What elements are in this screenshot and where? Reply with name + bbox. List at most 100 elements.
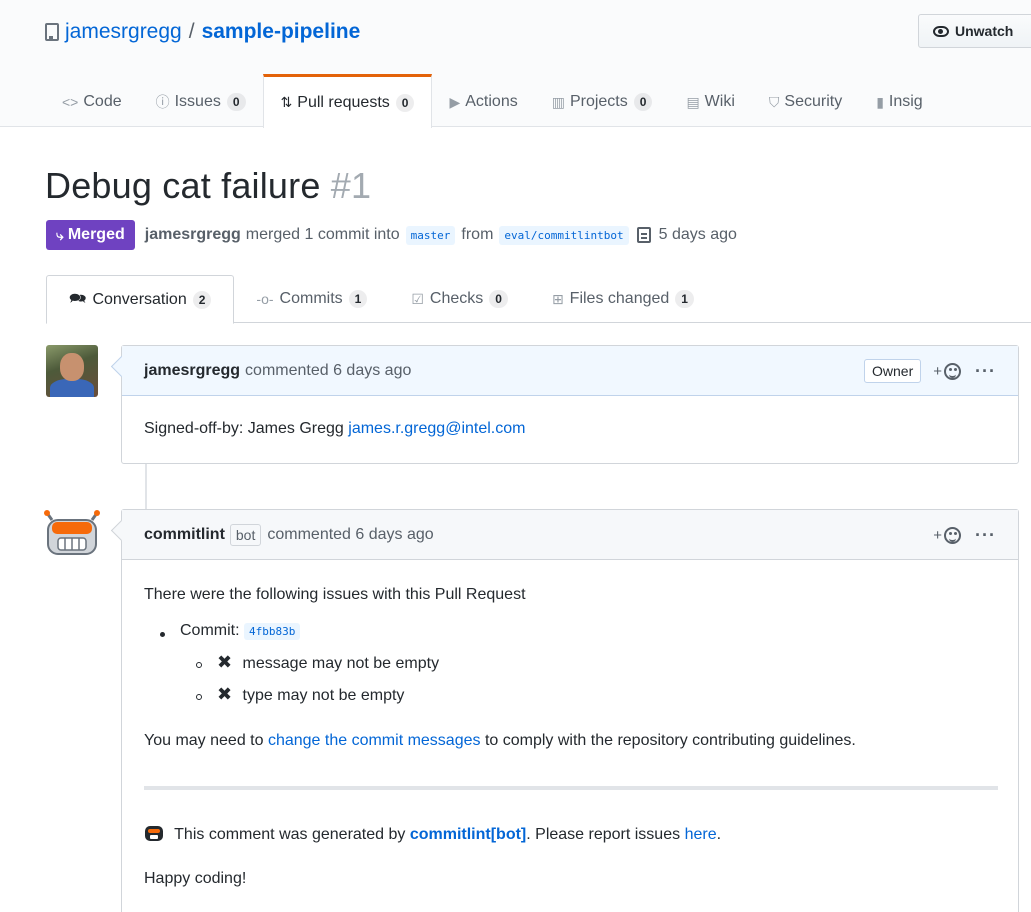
footer-line: This comment was generated by commitlint…	[144, 824, 721, 844]
nav-tab-label: Security	[784, 93, 843, 110]
issue-list-item: ✖ type may not be empty	[217, 684, 404, 705]
more-options-button[interactable]: ···	[975, 525, 996, 546]
unwatch-button[interactable]: Unwatch	[918, 14, 1031, 48]
merged-state-badge: ⤷ Merged	[46, 220, 135, 250]
nav-tab-projects[interactable]: ▥ Projects 0	[535, 74, 670, 127]
smiley-icon	[944, 362, 962, 380]
issue-icon: ⓘ	[155, 94, 170, 110]
signed-off-text: Signed-off-by: James Gregg	[144, 420, 344, 437]
nav-tab-label: Insig	[888, 93, 923, 110]
commit-sha-link[interactable]: 4fbb83b	[244, 623, 301, 640]
comment-timestamp[interactable]: commented 6 days ago	[245, 362, 411, 380]
tab-label: Checks	[429, 290, 484, 307]
tab-checks[interactable]: ☑ Checks 0	[389, 275, 530, 323]
diff-icon: ⊞	[551, 290, 564, 307]
nav-tab-insights[interactable]: ▮ Insig	[859, 74, 940, 127]
commit-list-item: Commit: 4fbb83b	[180, 622, 301, 640]
repo-separator: /	[188, 20, 195, 43]
comment-body: Signed-off-by: James Gregg james.r.gregg…	[122, 396, 1018, 462]
commitlint-bot-link[interactable]: commitlint[bot]	[410, 826, 526, 843]
timeline-connector	[145, 463, 147, 509]
issue-list-item: ✖ message may not be empty	[217, 652, 439, 673]
advice-suffix: to comply with the repository contributi…	[484, 732, 856, 749]
repo-header: jamesrgregg / sample-pipeline Unwatch <>…	[0, 0, 1031, 128]
issue-text: message may not be empty	[242, 655, 440, 672]
head-branch[interactable]: eval/commitlintbot	[499, 225, 629, 245]
owner-badge: Owner	[864, 359, 922, 383]
report-issues-link[interactable]: here	[685, 826, 717, 843]
add-reaction-button[interactable]: +	[933, 526, 962, 544]
checklist-icon: ☑	[411, 290, 424, 307]
nav-tab-label: Actions	[465, 93, 518, 110]
comment-author-link[interactable]: jamesrgregg	[144, 362, 240, 380]
tab-label: Files changed	[569, 290, 670, 307]
list-bullet	[196, 694, 202, 700]
nav-tab-wiki[interactable]: ▤ Wiki	[669, 74, 751, 127]
comment-header: jamesrgregg commented 6 days ago Owner +…	[122, 346, 1018, 396]
more-options-button[interactable]: ···	[975, 361, 996, 382]
pull-request-icon: ⇅	[280, 94, 293, 110]
clippy-icon[interactable]	[636, 227, 651, 243]
signed-off-line: Signed-off-by: James Gregg james.r.gregg…	[144, 420, 525, 438]
list-bullet	[196, 662, 202, 668]
email-link[interactable]: james.r.gregg@intel.com	[348, 420, 525, 437]
tab-files-changed[interactable]: ⊞ Files changed 1	[530, 275, 716, 323]
shield-icon: ⛉	[768, 93, 780, 110]
project-icon: ▥	[551, 93, 565, 110]
advice-prefix: You may need to	[144, 732, 264, 749]
nav-tab-code[interactable]: <> Code	[45, 74, 139, 127]
intro-text: There were the following issues with thi…	[144, 586, 526, 603]
code-icon: <>	[62, 94, 79, 110]
pr-tabs: 🗪 Conversation 2 -o- Commits 1 ☑ Checks …	[46, 275, 1031, 324]
unwatch-label: Unwatch	[955, 23, 1014, 39]
add-reaction-button[interactable]: +	[933, 362, 962, 380]
nav-tab-pull-requests[interactable]: ⇅ Pull requests 0	[262, 74, 433, 128]
book-icon: ▤	[686, 93, 700, 110]
avatar[interactable]	[44, 510, 100, 556]
issue-text: type may not be empty	[242, 687, 405, 704]
eye-icon	[933, 25, 949, 37]
comment-commitlint: commitlint bot commented 6 days ago + ··…	[121, 509, 1019, 912]
files-changed-counter: 1	[675, 290, 694, 308]
comment-actions: Owner + ···	[864, 346, 996, 396]
nav-tab-security[interactable]: ⛉ Security	[752, 74, 859, 127]
repo-owner-link[interactable]: jamesrgregg	[65, 20, 182, 44]
heavy-x-icon: ✖	[217, 684, 233, 704]
nav-tab-label: Wiki	[704, 93, 735, 110]
nav-tab-issues[interactable]: ⓘ Issues 0	[139, 74, 263, 127]
nav-tab-actions[interactable]: ▶ Actions	[432, 74, 534, 127]
smiley-icon	[944, 526, 962, 544]
commitlint-bot-icon	[145, 826, 163, 841]
checks-counter: 0	[489, 290, 508, 308]
pr-author-link[interactable]: jamesrgregg	[145, 226, 241, 244]
footer-end: .	[716, 826, 722, 843]
comment-discussion-icon: 🗪	[69, 289, 87, 306]
graph-icon: ▮	[876, 93, 884, 110]
comment-timestamp[interactable]: commented 6 days ago	[267, 526, 433, 544]
tab-label: Conversation	[92, 290, 187, 308]
conversation-counter: 2	[192, 290, 212, 309]
merged-time[interactable]: 5 days ago	[659, 226, 737, 244]
pr-title: Debug cat failure #1	[45, 165, 371, 207]
tab-conversation[interactable]: 🗪 Conversation 2	[46, 275, 235, 324]
git-merge-icon: ⤷	[56, 226, 64, 243]
footer-mid: . Please report issues	[526, 826, 681, 843]
commit-label: Commit:	[180, 622, 240, 639]
avatar[interactable]	[46, 345, 98, 397]
base-branch[interactable]: master	[405, 225, 456, 245]
pr-number: #1	[330, 165, 372, 206]
list-bullet	[160, 632, 165, 637]
comment-author-link[interactable]: commitlint	[144, 526, 225, 544]
repo-title: jamesrgregg / sample-pipeline	[45, 20, 360, 44]
commits-counter: 1	[348, 290, 368, 308]
projects-counter: 0	[633, 93, 653, 111]
tab-commits[interactable]: -o- Commits 1	[234, 275, 389, 323]
from-text: from	[461, 226, 494, 243]
footer-prefix: This comment was generated by	[174, 826, 406, 843]
bot-badge: bot	[229, 523, 262, 546]
nav-tab-label: Pull requests	[297, 93, 390, 111]
change-commit-messages-link[interactable]: change the commit messages	[268, 732, 481, 749]
comment-actions: + ···	[933, 510, 996, 560]
repo-nav: <> Code ⓘ Issues 0 ⇅ Pull requests 0 ▶ A…	[45, 74, 940, 128]
repo-name-link[interactable]: sample-pipeline	[202, 20, 361, 44]
